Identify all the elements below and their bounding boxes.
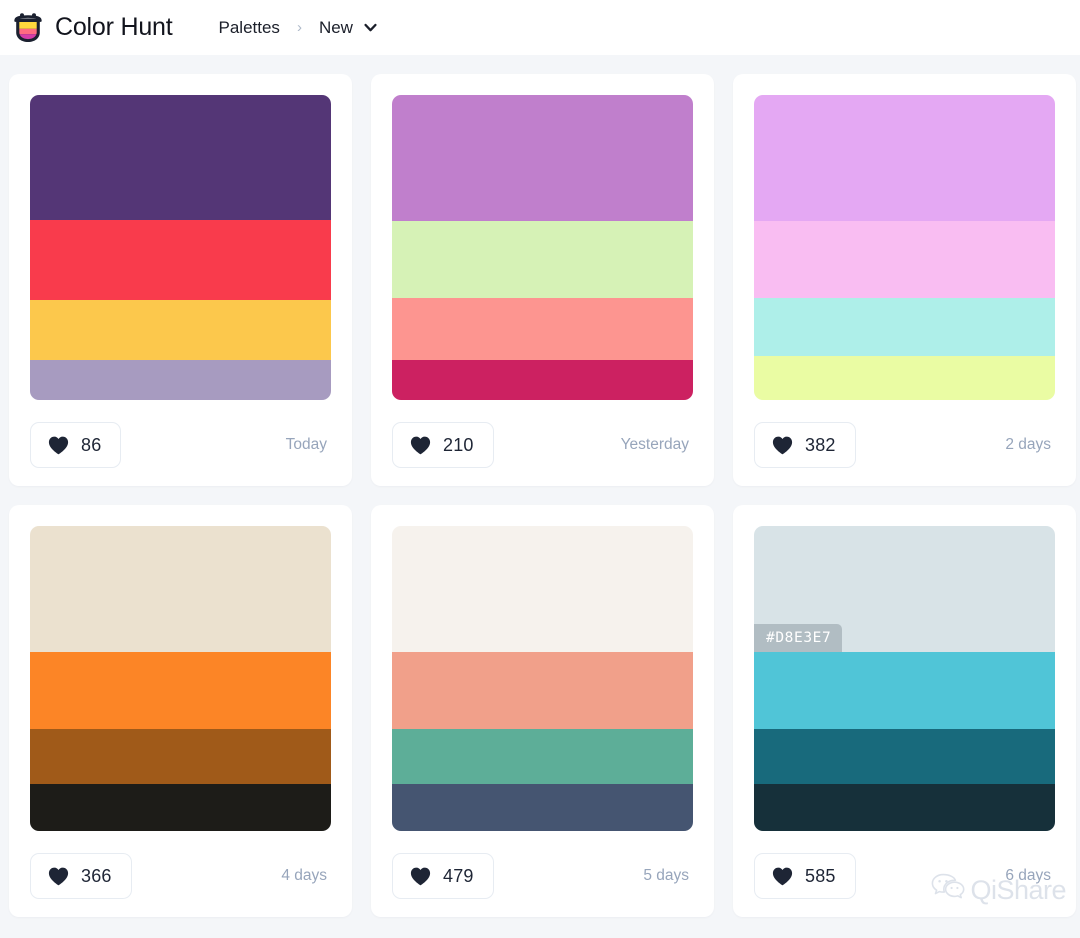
color-swatch[interactable] <box>30 360 331 400</box>
color-swatch[interactable] <box>392 652 693 729</box>
like-button[interactable]: 382 <box>754 422 856 468</box>
color-swatch[interactable] <box>30 652 331 729</box>
like-count: 382 <box>805 434 836 455</box>
color-swatch[interactable] <box>30 300 331 360</box>
palette-swatches[interactable]: #D8E3E7 <box>754 526 1055 831</box>
color-swatch[interactable] <box>392 526 693 652</box>
like-count: 366 <box>81 865 112 886</box>
palette-card[interactable]: 479 5 days <box>371 505 714 917</box>
palette-date-label: 6 days <box>1005 867 1051 884</box>
palette-swatches[interactable] <box>30 526 331 831</box>
palette-card[interactable]: 382 2 days <box>733 74 1076 486</box>
heart-icon <box>410 867 431 886</box>
palette-card[interactable]: 210 Yesterday <box>371 74 714 486</box>
color-swatch[interactable] <box>392 298 693 360</box>
heart-icon <box>410 436 431 455</box>
palette-card-footer: 86 Today <box>30 422 331 468</box>
palette-card-footer: 366 4 days <box>30 853 331 899</box>
palette-date-label: Today <box>285 436 327 453</box>
like-count: 210 <box>443 434 474 455</box>
palette-card[interactable]: #D8E3E7 585 6 days <box>733 505 1076 917</box>
chevron-down-icon <box>364 21 377 34</box>
color-swatch[interactable] <box>754 95 1055 221</box>
color-swatch[interactable] <box>30 220 331 300</box>
palette-card-footer: 210 Yesterday <box>392 422 693 468</box>
color-swatch[interactable] <box>392 360 693 400</box>
color-swatch[interactable] <box>392 95 693 221</box>
color-swatch[interactable] <box>30 526 331 652</box>
palette-swatches[interactable] <box>30 95 331 400</box>
palette-date-label: 2 days <box>1005 436 1051 453</box>
color-swatch[interactable] <box>392 784 693 831</box>
palette-date-label: 5 days <box>643 867 689 884</box>
like-button[interactable]: 585 <box>754 853 856 899</box>
heart-icon <box>48 867 69 886</box>
color-swatch[interactable] <box>754 298 1055 356</box>
color-swatch[interactable] <box>392 221 693 298</box>
palette-swatches[interactable] <box>392 526 693 831</box>
like-button[interactable]: 86 <box>30 422 122 468</box>
palette-card-footer: 479 5 days <box>392 853 693 899</box>
palette-grid-container: 86 Today 210 Yesterday 382 2 days 366 4 days 479… <box>0 55 1080 938</box>
color-swatch[interactable] <box>30 95 331 220</box>
color-swatch[interactable] <box>754 221 1055 298</box>
palette-swatches[interactable] <box>392 95 693 400</box>
color-swatch[interactable] <box>754 784 1055 831</box>
color-swatch[interactable] <box>754 356 1055 400</box>
like-button[interactable]: 210 <box>392 422 494 468</box>
palette-card-footer: 382 2 days <box>754 422 1055 468</box>
color-swatch[interactable] <box>754 729 1055 784</box>
palette-grid: 86 Today 210 Yesterday 382 2 days 366 4 days 479… <box>0 74 1080 917</box>
heart-icon <box>48 436 69 455</box>
heart-icon <box>772 436 793 455</box>
app-header: Color Hunt Palettes › New <box>0 0 1080 55</box>
brand-title[interactable]: Color Hunt <box>55 13 173 42</box>
palette-card[interactable]: 366 4 days <box>9 505 352 917</box>
color-swatch[interactable] <box>754 652 1055 729</box>
hex-code-tooltip: #D8E3E7 <box>754 623 843 652</box>
palette-date-label: 4 days <box>281 867 327 884</box>
color-swatch[interactable] <box>30 729 331 784</box>
palette-swatches[interactable] <box>754 95 1055 400</box>
breadcrumb: Palettes › New <box>217 16 377 40</box>
like-count: 86 <box>81 434 102 455</box>
color-swatch[interactable] <box>30 784 331 831</box>
color-swatch[interactable]: #D8E3E7 <box>754 526 1055 652</box>
palette-card[interactable]: 86 Today <box>9 74 352 486</box>
like-button[interactable]: 479 <box>392 853 494 899</box>
breadcrumb-current-label: New <box>318 17 353 37</box>
like-button[interactable]: 366 <box>30 853 132 899</box>
breadcrumb-palettes[interactable]: Palettes <box>217 16 282 40</box>
colorhunt-cup-logo-icon[interactable] <box>8 8 48 48</box>
palette-card-footer: 585 6 days <box>754 853 1055 899</box>
like-count: 479 <box>443 865 474 886</box>
heart-icon <box>772 867 793 886</box>
breadcrumb-separator-icon: › <box>296 19 302 36</box>
palette-date-label: Yesterday <box>620 436 689 453</box>
like-count: 585 <box>805 865 836 886</box>
breadcrumb-sort-dropdown[interactable]: New <box>317 16 377 40</box>
color-swatch[interactable] <box>392 729 693 784</box>
